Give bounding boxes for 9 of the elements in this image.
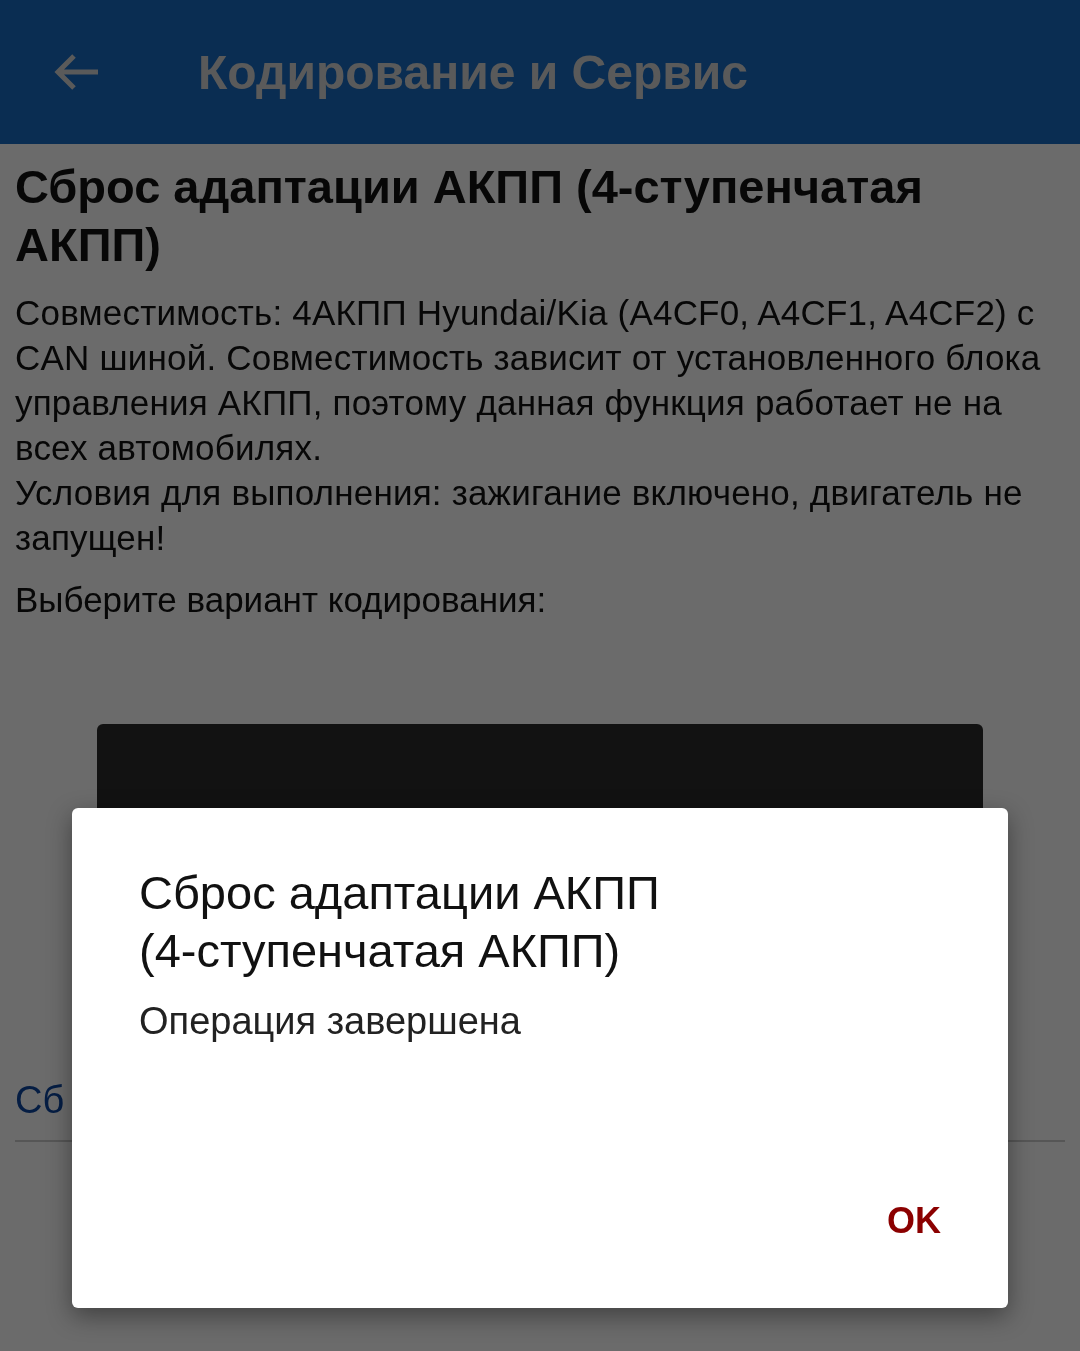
description-text: Совместимость: 4АКПП Hyundai/Kia (A4CF0, A4CF1, A4CF2) с CAN шиной. Совместимость зависит от установленного блока управления АКПП, поэтому данная функция работает не на всех автомобилях. <box>15 292 1042 469</box>
ok-button[interactable]: OK <box>863 1192 965 1250</box>
dialog-title: Сброс адаптации АКПП (4-ступенчатая АКПП) <box>139 865 661 979</box>
page-title: Сброс адаптации АКПП (4-ступенчатая АКПП) <box>15 159 924 273</box>
back-arrow-icon[interactable] <box>52 52 100 92</box>
description-text: Условия для выполнения: зажигание включено, двигатель не запущен! <box>15 472 1024 559</box>
prompt-text: Выберите вариант кодирования: <box>15 580 548 620</box>
app-bar-title: Кодирование и Сервис <box>198 44 748 100</box>
dialog-message: Операция завершена <box>139 1000 522 1043</box>
